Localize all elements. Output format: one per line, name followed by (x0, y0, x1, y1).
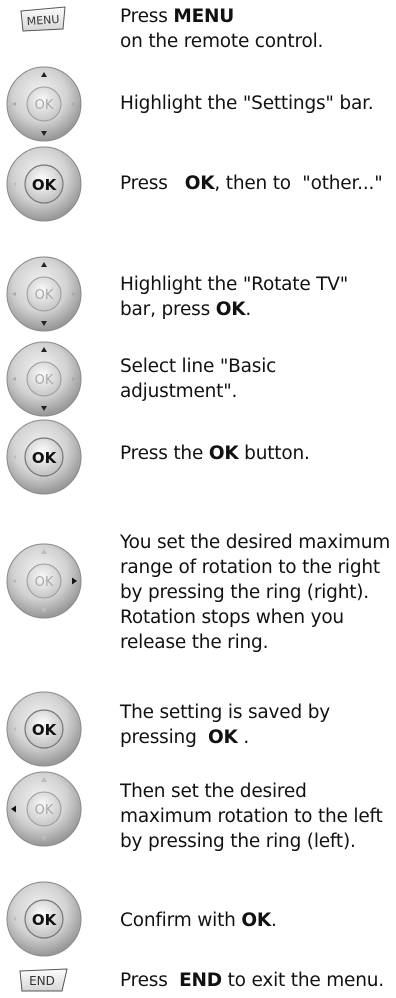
step-7-text: You set the desired maximum range of rot… (120, 532, 391, 653)
menu-key-icon: MENU (20, 6, 66, 32)
navigation-ring-icon: OK (6, 341, 82, 417)
ok-button-icon: OK (6, 691, 82, 767)
ok-button-icon: OK (6, 881, 82, 957)
step-9-text: Then set the desired maximum rotation to… (120, 781, 383, 852)
step-8-text: The setting is saved by pressing OK . (120, 702, 336, 748)
svg-text:OK: OK (32, 721, 58, 739)
step-2-text: Highlight the "Settings" bar. (120, 93, 374, 114)
svg-text:OK: OK (35, 575, 54, 590)
step-10-text: Confirm with OK. (120, 910, 277, 931)
svg-text:OK: OK (32, 911, 58, 929)
navigation-ring-left-icon: OK (6, 771, 82, 847)
svg-text:OK: OK (35, 373, 54, 388)
step-4-text: Highlight the "Rotate TV" bar, press OK. (120, 274, 349, 320)
ok-button-icon: OK (6, 419, 82, 495)
step-5-text: Select line "Basic adjustment". (120, 356, 277, 402)
end-key-label: END (29, 974, 55, 988)
svg-text:OK: OK (35, 803, 54, 818)
end-key-icon: END (19, 968, 68, 992)
menu-key-label: MENU (26, 13, 60, 28)
step-6-text: Press the OK button. (120, 443, 310, 464)
navigation-ring-icon: OK (6, 66, 82, 142)
step-11-text: Press END to exit the menu. (120, 970, 384, 991)
svg-text:OK: OK (35, 288, 54, 303)
step-3-text: Press OK, then to "other..." (120, 173, 383, 194)
svg-text:OK: OK (32, 449, 58, 467)
navigation-ring-right-icon: OK (6, 543, 82, 619)
ok-button-icon: OK (6, 146, 82, 222)
navigation-ring-icon: OK (6, 256, 82, 332)
svg-text:OK: OK (32, 176, 58, 194)
step-1-text: Press MENU on the remote control. (120, 6, 324, 52)
svg-text:OK: OK (35, 98, 54, 113)
